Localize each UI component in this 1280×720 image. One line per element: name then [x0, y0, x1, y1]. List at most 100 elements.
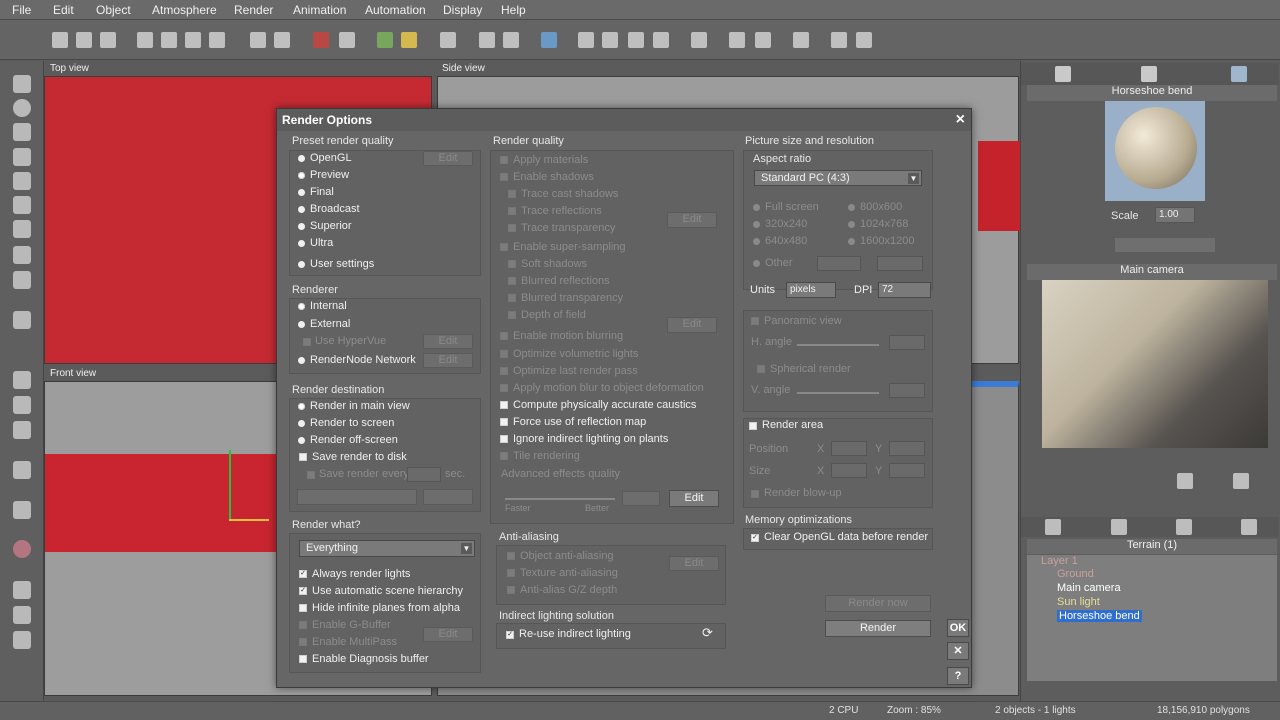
always-lights-checkbox[interactable]: ✓ [299, 570, 307, 578]
network-edit-button[interactable]: Edit [423, 353, 473, 368]
renderer-network-radio[interactable] [298, 357, 305, 364]
render-now-button[interactable]: Render now [825, 595, 931, 612]
preset-ultra-radio[interactable] [298, 240, 305, 247]
paste-icon[interactable] [185, 32, 201, 48]
dest-path-button[interactable] [297, 489, 417, 505]
plane-icon[interactable] [13, 220, 31, 238]
tab-terrain-icon[interactable] [1141, 66, 1157, 82]
frame-icon[interactable] [691, 32, 707, 48]
menu-edit[interactable]: Edit [53, 3, 74, 17]
dest-browse-button[interactable] [423, 489, 473, 505]
menu-render[interactable]: Render [234, 3, 273, 17]
pointer-icon[interactable] [13, 75, 31, 93]
auto-hierarchy-checkbox[interactable]: ✓ [299, 587, 307, 595]
preset-user-radio[interactable] [298, 261, 305, 268]
object-aa-checkbox[interactable] [507, 552, 515, 560]
tab-material-icon[interactable] [1055, 66, 1071, 82]
cut-icon[interactable] [137, 32, 153, 48]
hypervue-edit-button[interactable]: Edit [423, 334, 473, 349]
link-icon[interactable] [13, 396, 31, 414]
duplicate-icon[interactable] [209, 32, 225, 48]
preset-broadcast-radio[interactable] [298, 206, 305, 213]
quality-edit-button-2[interactable]: Edit [667, 317, 717, 333]
v-angle-field[interactable] [889, 383, 925, 398]
tree-item-camera[interactable]: Main camera [1057, 582, 1121, 594]
cancel-button[interactable]: ✕ [947, 642, 969, 660]
blowup-checkbox[interactable] [751, 490, 759, 498]
position-y-field[interactable] [889, 441, 925, 456]
terrain-icon[interactable] [377, 32, 393, 48]
h-angle-field[interactable] [889, 335, 925, 350]
antialias-edit-button[interactable]: Edit [669, 556, 719, 571]
tab-library-icon[interactable] [1176, 519, 1192, 535]
redo-icon[interactable] [274, 32, 290, 48]
size-y-field[interactable] [889, 463, 925, 478]
lock-icon[interactable] [13, 581, 31, 599]
help-button[interactable]: ? [947, 667, 969, 685]
quality-edit-button-1[interactable]: Edit [667, 212, 717, 228]
tile-rendering-checkbox[interactable] [500, 452, 508, 460]
reuse-indirect-checkbox[interactable]: ✓ [506, 631, 514, 639]
hand-icon[interactable] [1177, 473, 1193, 489]
multipass-checkbox[interactable] [299, 638, 307, 646]
dest-screen-radio[interactable] [298, 420, 305, 427]
preset-preview-radio[interactable] [298, 172, 305, 179]
panoramic-checkbox[interactable] [751, 317, 759, 325]
position-x-field[interactable] [831, 441, 867, 456]
multipass-edit-button[interactable]: Edit [423, 627, 473, 642]
zoom-out-icon[interactable] [653, 32, 669, 48]
ignore-indirect-checkbox[interactable] [500, 435, 508, 443]
layers-icon[interactable] [793, 32, 809, 48]
molecule-icon[interactable] [13, 501, 31, 519]
quality-item-12-checkbox[interactable] [500, 367, 508, 375]
settings-icon[interactable] [856, 32, 872, 48]
undo-icon[interactable] [250, 32, 266, 48]
size-x-field[interactable] [831, 463, 867, 478]
group-icon[interactable] [13, 311, 31, 329]
caustics-checkbox[interactable] [500, 401, 508, 409]
advanced-quality-slider[interactable] [505, 498, 615, 500]
quality-item-1-checkbox[interactable] [500, 173, 508, 181]
zoom-in-icon[interactable] [628, 32, 644, 48]
render-button[interactable]: Render [825, 620, 931, 637]
renderer-internal-radio[interactable] [298, 303, 305, 310]
render-area-checkbox[interactable] [749, 422, 757, 430]
tree-item-layer[interactable]: Layer 1 [1041, 555, 1078, 567]
dest-mainview-radio[interactable] [298, 403, 305, 410]
quality-item-9-checkbox[interactable] [508, 311, 516, 319]
zoom-icon[interactable] [602, 32, 618, 48]
preset-edit-button[interactable]: Edit [423, 151, 473, 166]
render-icon[interactable] [313, 32, 329, 48]
dest-offscreen-radio[interactable] [298, 437, 305, 444]
gbuffer-checkbox[interactable] [299, 621, 307, 629]
width-field[interactable] [817, 256, 861, 271]
quality-item-2-checkbox[interactable] [508, 190, 516, 198]
preset-superior-radio[interactable] [298, 223, 305, 230]
plant-icon[interactable] [503, 32, 519, 48]
hide-planes-checkbox[interactable] [299, 604, 307, 612]
size-2-radio[interactable] [753, 221, 760, 228]
tree-item-horseshoe[interactable]: Horseshoe bend [1057, 610, 1142, 622]
dpi-field[interactable]: 72 [878, 282, 931, 298]
tab-texture-icon[interactable] [1231, 66, 1247, 82]
preset-opengl-radio[interactable] [298, 155, 305, 162]
spherical-checkbox[interactable] [757, 365, 765, 373]
dialog-close-button[interactable]: × [956, 111, 965, 129]
size-0-radio[interactable] [753, 204, 760, 211]
mountain-icon[interactable] [13, 172, 31, 190]
cloud-icon[interactable] [401, 32, 417, 48]
diagnosis-checkbox[interactable] [299, 655, 307, 663]
size-4-radio[interactable] [753, 238, 760, 245]
export-icon[interactable] [13, 631, 31, 649]
refresh-icon[interactable]: ⟳ [702, 625, 713, 641]
tree-item-ground[interactable]: Ground [1057, 568, 1094, 580]
camera-preview[interactable] [1042, 280, 1268, 448]
render-options-icon[interactable] [339, 32, 355, 48]
brush-icon[interactable] [13, 271, 31, 289]
menu-animation[interactable]: Animation [293, 3, 346, 17]
quality-item-11-checkbox[interactable] [500, 350, 508, 358]
menu-automation[interactable]: Automation [365, 3, 426, 17]
cloud-tool-icon[interactable] [13, 246, 31, 264]
save-every-checkbox[interactable] [307, 471, 315, 479]
tab-objects-icon[interactable] [1045, 519, 1061, 535]
